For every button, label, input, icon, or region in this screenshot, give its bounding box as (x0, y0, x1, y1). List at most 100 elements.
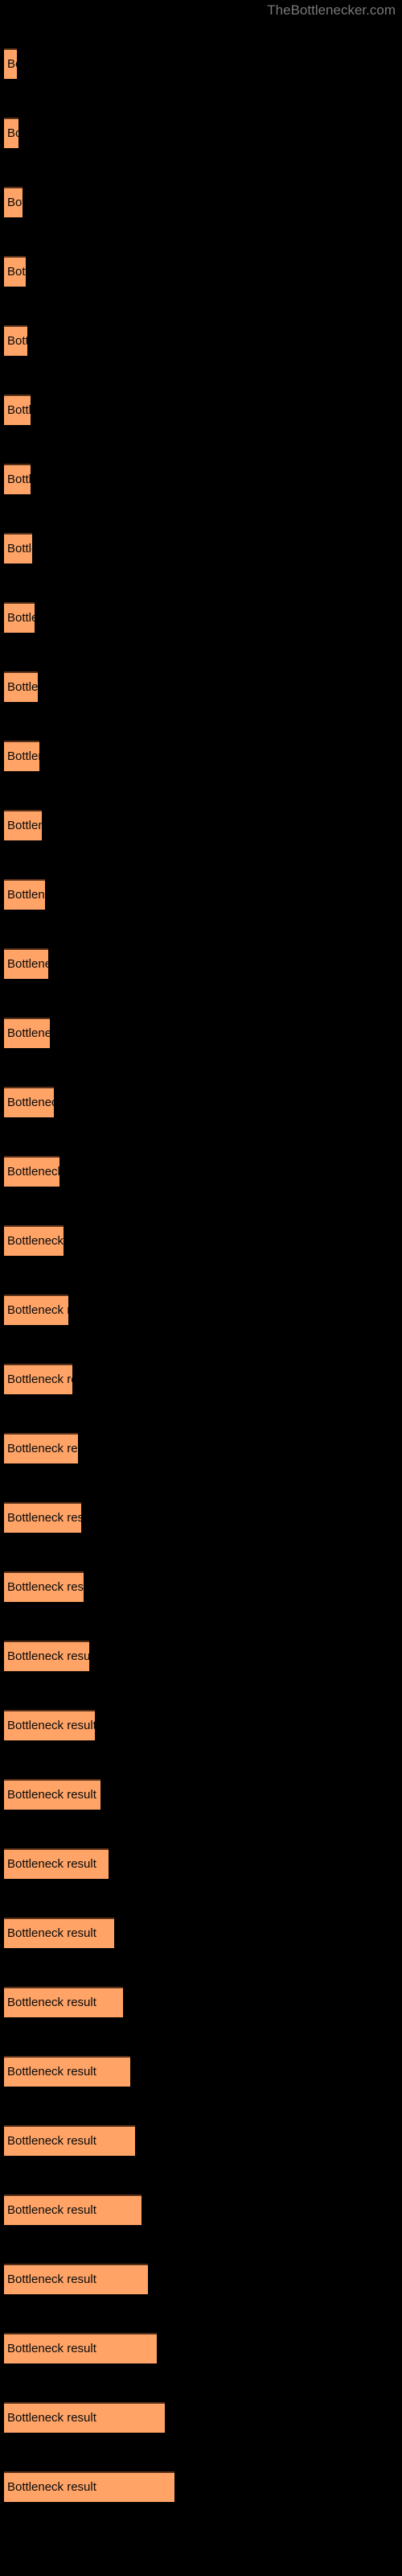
bar-row: Bottleneck result (0, 602, 402, 634)
bar-row: Bottleneck result (0, 2056, 402, 2088)
bar-label: Bottleneck result (7, 2203, 96, 2217)
bar-label: Bottleneck result (7, 1511, 81, 1525)
bar: Bottleneck result (4, 741, 39, 771)
bar: Bottleneck result (4, 1294, 68, 1325)
bar-row: Bottleneck result (0, 1294, 402, 1327)
bar: Bottleneck result (4, 2264, 148, 2294)
bar-row: Bottleneck result (0, 810, 402, 842)
bar: Bottleneck result (4, 1710, 95, 1740)
bar-label: Bottleneck result (7, 611, 35, 625)
bar-label: Bottleneck result (7, 1996, 96, 2009)
bar: Bottleneck result (4, 256, 26, 287)
bar-label: Bottleneck result (7, 403, 31, 417)
bar-row: Bottleneck result (0, 2264, 402, 2296)
bar: Bottleneck result (4, 2056, 130, 2087)
bar-label: Bottleneck result (7, 1926, 96, 1940)
bar-row: Bottleneck result (0, 394, 402, 427)
bar-label: Bottleneck result (7, 957, 48, 971)
bar-row: Bottleneck result (0, 1848, 402, 1880)
bar-label: Bottleneck result (7, 1719, 95, 1732)
bar-label: Bottleneck result (7, 1234, 64, 1248)
bar-row: Bottleneck result (0, 325, 402, 357)
bar: Bottleneck result (4, 1433, 78, 1463)
bar-row: Bottleneck result (0, 1364, 402, 1396)
bar: Bottleneck result (4, 879, 45, 910)
bar: Bottleneck result (4, 671, 38, 702)
bar-row: Bottleneck result (0, 256, 402, 288)
bar: Bottleneck result (4, 602, 35, 633)
bar-row: Bottleneck result (0, 2471, 402, 2504)
bar: Bottleneck result (4, 394, 31, 425)
bar: Bottleneck result (4, 464, 31, 494)
bar-label: Bottleneck result (7, 196, 23, 209)
bar: Bottleneck result (4, 325, 27, 356)
bar: Bottleneck result (4, 1848, 109, 1879)
bar-row: Bottleneck result (0, 48, 402, 80)
bar-label: Bottleneck result (7, 542, 32, 555)
bar-label: Bottleneck result (7, 1026, 50, 1040)
bar-label: Bottleneck result (7, 473, 31, 486)
bar-row: Bottleneck result (0, 2194, 402, 2227)
bar-row: Bottleneck result (0, 1710, 402, 1742)
bar-row: Bottleneck result (0, 2333, 402, 2365)
bar: Bottleneck result (4, 1571, 84, 1602)
bar: Bottleneck result (4, 1156, 59, 1187)
bar: Bottleneck result (4, 2125, 135, 2156)
bar: Bottleneck result (4, 1225, 64, 1256)
bar-label: Bottleneck result (7, 265, 26, 279)
bar-row: Bottleneck result (0, 1502, 402, 1534)
bar-label: Bottleneck result (7, 2065, 96, 2079)
bar: Bottleneck result (4, 1018, 50, 1048)
bar: Bottleneck result (4, 118, 18, 148)
bar-label: Bottleneck result (7, 1303, 68, 1317)
bar: Bottleneck result (4, 48, 17, 79)
bar: Bottleneck result (4, 1502, 81, 1533)
bar-label: Bottleneck result (7, 1373, 72, 1386)
bar-row: Bottleneck result (0, 118, 402, 150)
bar-row: Bottleneck result (0, 1018, 402, 1050)
bar-row: Bottleneck result (0, 2402, 402, 2434)
bar-row: Bottleneck result (0, 464, 402, 496)
bar: Bottleneck result (4, 2402, 165, 2433)
bar-label: Bottleneck result (7, 1442, 78, 1455)
bar-row: Bottleneck result (0, 533, 402, 565)
bar-label: Bottleneck result (7, 1165, 59, 1179)
bar-row: Bottleneck result (0, 879, 402, 911)
bar-label: Bottleneck result (7, 1649, 89, 1663)
bar-row: Bottleneck result (0, 187, 402, 219)
bar-label: Bottleneck result (7, 2342, 96, 2355)
bar-label: Bottleneck result (7, 2480, 96, 2494)
bar-row: Bottleneck result (0, 2125, 402, 2157)
bar: Bottleneck result (4, 1364, 72, 1394)
bar: Bottleneck result (4, 810, 42, 840)
bar-label: Bottleneck result (7, 1857, 96, 1871)
bar: Bottleneck result (4, 1087, 54, 1117)
bar-row: Bottleneck result (0, 671, 402, 704)
bar-row: Bottleneck result (0, 1641, 402, 1673)
bar-row: Bottleneck result (0, 1225, 402, 1257)
bar-label: Bottleneck result (7, 2411, 96, 2425)
bar-label: Bottleneck result (7, 888, 45, 902)
bar-label: Bottleneck result (7, 1580, 84, 1594)
bar-chart-plot-area: Bottleneck result Bottleneck result Bottle… (0, 0, 402, 2576)
bar: Bottleneck result (4, 2194, 142, 2225)
bar-label: Bottleneck result (7, 1096, 54, 1109)
bar: Bottleneck result (4, 533, 32, 564)
bar-label: Bottleneck result (7, 680, 38, 694)
bar-row: Bottleneck result (0, 1433, 402, 1465)
bar-label: Bottleneck result (7, 2134, 96, 2148)
bar-label: Bottleneck result (7, 126, 18, 140)
bar-row: Bottleneck result (0, 1156, 402, 1188)
bar: Bottleneck result (4, 1987, 123, 2017)
bar: Bottleneck result (4, 1779, 100, 1810)
bar-label: Bottleneck result (7, 819, 42, 832)
bar-row: Bottleneck result (0, 1087, 402, 1119)
bar-label: Bottleneck result (7, 57, 17, 71)
bar-row: Bottleneck result (0, 1918, 402, 1950)
bar-row: Bottleneck result (0, 1571, 402, 1604)
bar: Bottleneck result (4, 2471, 174, 2502)
bar-row: Bottleneck result (0, 1987, 402, 2019)
bar-label: Bottleneck result (7, 2273, 96, 2286)
bar-label: Bottleneck result (7, 1788, 96, 1802)
bar: Bottleneck result (4, 187, 23, 217)
